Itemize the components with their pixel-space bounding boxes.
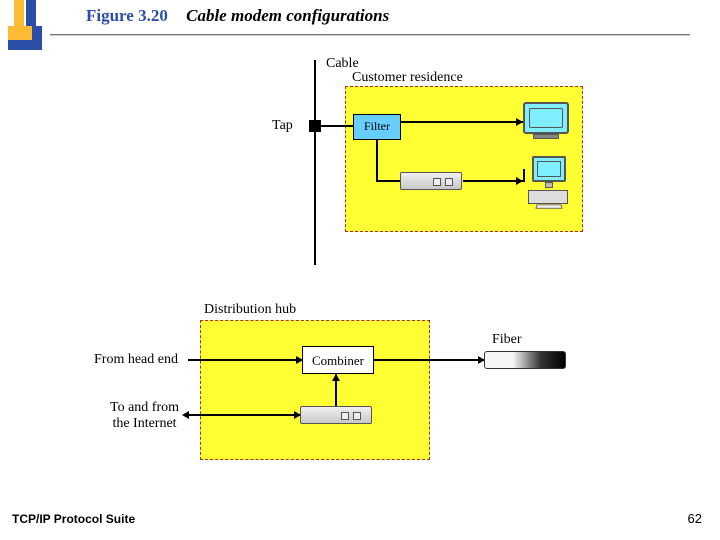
hub-box [200,320,430,460]
wire [463,180,523,182]
title-underline [50,34,690,36]
cable-line [314,60,316,265]
figure-number: Figure 3.20 [86,6,168,25]
arrow-icon [332,374,340,381]
tv-icon [523,102,569,140]
arrow-icon [296,356,303,364]
filter-box: Filter [353,114,401,140]
diagram-distribution-hub: Distribution hub From head end To and fr… [100,290,600,470]
combiner-box: Combiner [302,346,374,374]
label-internet: To and from the Internet [110,400,179,432]
figure-title: Figure 3.20 Cable modem configurations [86,6,389,26]
combiner-label: Combiner [303,353,373,369]
pc-icon [528,156,574,210]
wire [376,140,378,182]
label-hub: Distribution hub [204,302,296,318]
label-head-end: From head end [94,352,178,368]
footer-text: TCP/IP Protocol Suite [12,512,135,526]
figure-caption: Cable modem configurations [186,6,389,25]
filter-label: Filter [354,119,400,134]
arrow-icon [182,411,189,419]
label-fiber: Fiber [492,332,522,348]
wire [188,414,300,416]
cmts-icon [300,406,372,424]
arrow-icon [516,177,523,185]
page-number: 62 [688,511,702,526]
wire [188,359,302,361]
wire [523,169,525,182]
label-residence: Customer residence [352,70,463,86]
slide-root: Figure 3.20 Cable modem configurations C… [0,0,720,540]
label-tap: Tap [272,118,293,134]
fiber-node-icon [484,351,566,369]
slide-deco-icon [8,0,42,52]
wire [401,121,523,123]
wire [376,180,400,182]
arrow-icon [294,411,301,419]
arrow-icon [516,118,523,126]
wire [374,359,484,361]
diagram-customer-residence: Cable Customer residence Tap Video Data … [260,60,590,240]
wire [320,125,353,127]
cable-modem-icon [400,172,462,190]
